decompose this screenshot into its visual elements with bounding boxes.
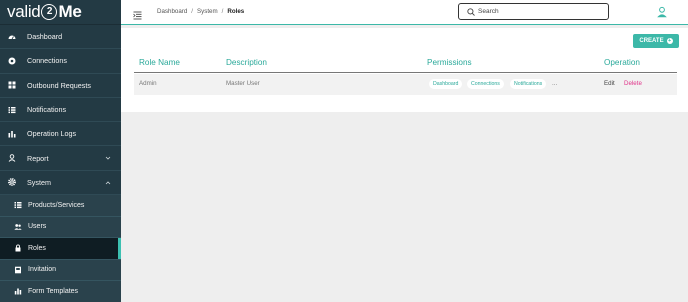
breadcrumb-item-system[interactable]: System [197, 8, 218, 15]
plus-circle-icon: + [666, 38, 673, 44]
sidebar-item-label: Dashboard [27, 32, 63, 42]
search-input[interactable]: Search [458, 3, 609, 20]
sidebar: valid 2 Me Dashboard Connections Outbound … [0, 0, 121, 302]
cell-role-name: Admin [139, 80, 157, 87]
connections-icon [8, 57, 16, 65]
bar-chart-icon [8, 130, 16, 138]
breadcrumb-current: Roles [227, 8, 245, 15]
sidebar-item-operation-logs[interactable]: Operation Logs [0, 122, 121, 147]
sidebar-item-dashboard[interactable]: Dashboard [0, 25, 121, 50]
chevron-up-icon [105, 179, 111, 188]
sidebar-item-label: Notifications [27, 105, 67, 115]
cell-description: Master User [226, 80, 260, 87]
roles-card: CREATE + Role Name Description Permissio… [121, 28, 688, 112]
lock-icon [14, 244, 22, 252]
sidebar-subitem-products-services[interactable]: Products/Services [0, 195, 121, 217]
permission-chip: Notifications [510, 79, 547, 89]
sidebar-item-system[interactable]: System [0, 171, 121, 196]
more-permissions-ellipsis: ... [552, 80, 558, 87]
sidebar-subitem-label: Form Templates [28, 287, 79, 295]
sidebar-subitem-form-templates[interactable]: Form Templates [0, 281, 121, 302]
sidebar-item-label: Operation Logs [27, 129, 77, 139]
sidebar-subitem-roles[interactable]: Roles [0, 238, 121, 260]
dashboard-gauge-icon [8, 33, 16, 41]
column-header-operation[interactable]: Operation [604, 58, 640, 67]
create-button-label: CREATE [639, 38, 664, 44]
invitation-icon [14, 266, 22, 274]
sidebar-item-label: Report [27, 153, 49, 163]
person-report-icon [8, 154, 16, 162]
sidebar-subitem-label: Invitation [28, 266, 57, 274]
sidebar-item-report[interactable]: Report [0, 146, 121, 171]
sidebar-subitem-label: Products/Services [28, 201, 85, 209]
menu-toggle-icon[interactable] [133, 7, 142, 25]
chevron-down-icon [105, 154, 111, 163]
column-header-permissions[interactable]: Permissions [427, 58, 472, 67]
sidebar-item-notifications[interactable]: Notifications [0, 98, 121, 123]
create-button[interactable]: CREATE + [633, 34, 679, 48]
sidebar-item-label: System [27, 177, 51, 187]
breadcrumb: Dashboard / System / Roles [157, 8, 244, 15]
column-header-description[interactable]: Description [226, 58, 267, 67]
list-icon [14, 201, 22, 209]
sidebar-subitem-label: Roles [28, 244, 46, 252]
logo-text-me: Me [58, 2, 82, 21]
table-row[interactable]: Admin Master User Dashboard Connections … [134, 74, 677, 95]
breadcrumb-separator: / [191, 8, 194, 15]
sidebar-subitem-invitation[interactable]: Invitation [0, 259, 121, 282]
top-bar: Dashboard / System / Roles Search [121, 0, 688, 25]
search-placeholder: Search [478, 8, 499, 15]
breadcrumb-separator: / [221, 8, 224, 15]
sidebar-subitem-users[interactable]: Users [0, 216, 121, 239]
form-templates-icon [14, 287, 22, 295]
column-header-role-name[interactable]: Role Name [139, 58, 180, 67]
users-icon [14, 223, 22, 231]
list-icon [8, 106, 16, 114]
edit-link[interactable]: Edit [604, 80, 615, 87]
sidebar-subitem-label: Users [28, 223, 47, 231]
search-icon [467, 3, 475, 21]
delete-link[interactable]: Delete [624, 80, 642, 87]
permission-chip: Dashboard [429, 79, 463, 89]
app-logo[interactable]: valid 2 Me [0, 0, 121, 25]
table-header: Role Name Description Permissions Operat… [134, 54, 677, 73]
permission-chip: Connections [467, 79, 504, 89]
breadcrumb-item-dashboard[interactable]: Dashboard [157, 8, 187, 15]
logo-circle-two: 2 [41, 4, 58, 20]
sidebar-item-connections[interactable]: Connections [0, 49, 121, 74]
gear-icon [8, 178, 16, 187]
sidebar-item-label: Connections [27, 56, 67, 66]
sidebar-item-outbound-requests[interactable]: Outbound Requests [0, 74, 121, 98]
grid-icon [8, 81, 16, 89]
sidebar-item-label: Outbound Requests [27, 80, 91, 90]
logo-text-valid: valid [7, 2, 41, 21]
user-avatar-icon[interactable] [656, 5, 668, 23]
